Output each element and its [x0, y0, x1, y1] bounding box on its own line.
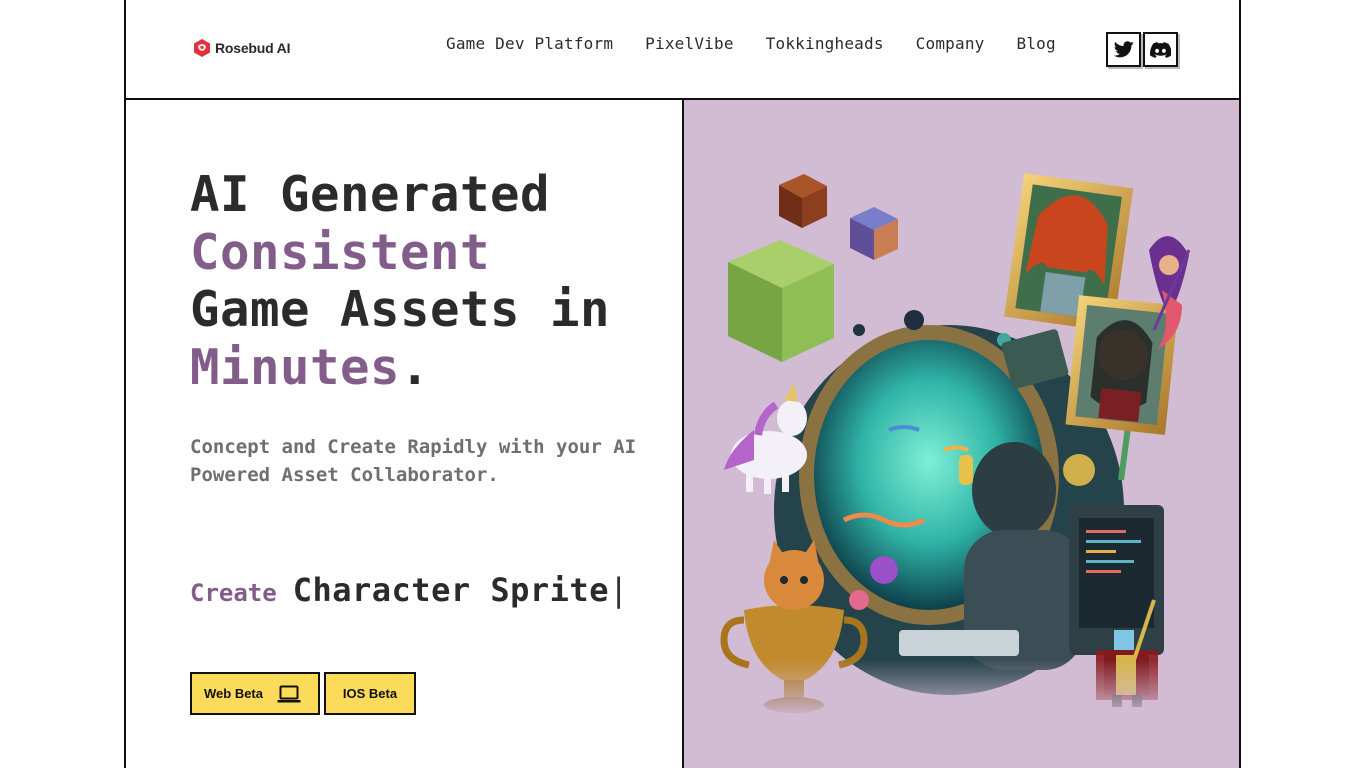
brand-name: Rosebud AI [215, 40, 291, 56]
hero-illustration [720, 173, 1191, 720]
social-links [1106, 32, 1178, 67]
dirt-block [779, 174, 827, 228]
main-nav: Game Dev Platform PixelVibe Tokkingheads… [446, 34, 1056, 53]
rosebud-logo-icon [194, 39, 210, 57]
create-typewriter: Create Character Sprite| [190, 571, 629, 609]
typing-cursor: | [608, 571, 629, 609]
hero-text-panel: AI Generated Consistent Game Assets in M… [126, 100, 684, 768]
hero-headline: AI Generated Consistent Game Assets in M… [190, 166, 610, 396]
nav-game-dev-platform[interactable]: Game Dev Platform [446, 34, 613, 53]
create-value-text: Character Sprite [292, 571, 609, 609]
headline-line-3: Game Assets in [190, 281, 611, 338]
ios-beta-button[interactable]: IOS Beta [324, 672, 416, 715]
nav-company[interactable]: Company [916, 34, 985, 53]
discord-icon [1150, 41, 1171, 58]
grass-block [728, 240, 834, 362]
headline-accent-consistent: Consistent [190, 223, 491, 281]
web-beta-button[interactable]: Web Beta [190, 672, 320, 715]
create-value: Character Sprite| [293, 571, 629, 609]
discord-button[interactable] [1143, 32, 1178, 67]
nav-pixelvibe[interactable]: PixelVibe [645, 34, 734, 53]
twitter-icon [1113, 41, 1134, 58]
headline-accent-minutes: Minutes [190, 338, 401, 396]
hero-subheadline: Concept and Create Rapidly with your AI … [190, 436, 637, 486]
nav-blog[interactable]: Blog [1017, 34, 1056, 53]
nav-tokkingheads[interactable]: Tokkingheads [766, 34, 884, 53]
web-beta-label: Web Beta [204, 686, 263, 701]
laptop-icon [277, 685, 301, 702]
twitter-button[interactable] [1106, 32, 1141, 67]
page-frame: Rosebud AI Game Dev Platform PixelVibe T… [124, 0, 1241, 768]
headline-line-1: AI Generated [190, 166, 551, 223]
site-header: Rosebud AI Game Dev Platform PixelVibe T… [126, 0, 1239, 100]
brand-logo[interactable]: Rosebud AI [192, 38, 290, 58]
headline-period: . [400, 338, 431, 396]
create-label: Create [190, 579, 277, 607]
beta-buttons: Web Beta IOS Beta [190, 672, 416, 715]
hero-art-panel [684, 100, 1239, 768]
ios-beta-label: IOS Beta [342, 686, 398, 701]
crystal-block [850, 207, 898, 260]
